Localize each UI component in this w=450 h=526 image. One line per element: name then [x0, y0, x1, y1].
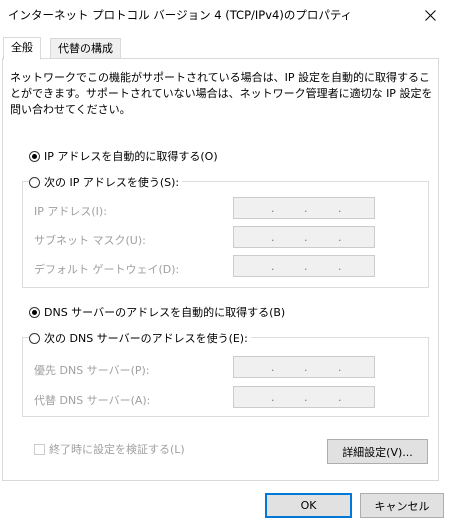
- ok-button[interactable]: OK: [265, 493, 352, 518]
- radio-unselected[interactable]: [29, 176, 40, 188]
- dns-manual-label: 次の DNS サーバーのアドレスを使う(E):: [44, 332, 248, 345]
- default-gateway-label: デフォルト ゲートウェイ(D):: [34, 263, 180, 276]
- validate-on-exit-label: 終了時に設定を検証する(L): [49, 443, 185, 456]
- checkbox-box[interactable]: [34, 443, 45, 455]
- tab-general[interactable]: 全般: [3, 37, 41, 60]
- tab-alternate-configuration[interactable]: 代替の構成: [50, 38, 121, 60]
- ip-manual-label: 次の IP アドレスを使う(S):: [44, 176, 180, 189]
- subnet-mask-label: サブネット マスク(U):: [34, 234, 146, 247]
- ip-auto-radio[interactable]: IP アドレスを自動的に取得する(O): [29, 148, 221, 164]
- preferred-dns-label: 優先 DNS サーバー(P):: [34, 364, 150, 377]
- preferred-dns-input[interactable]: . . .: [233, 356, 375, 378]
- subnet-mask-input[interactable]: . . .: [233, 226, 375, 248]
- radio-selected[interactable]: [29, 306, 40, 318]
- validate-on-exit-checkbox[interactable]: 終了時に設定を検証する(L): [34, 441, 185, 457]
- ip-address-input[interactable]: . . .: [233, 197, 375, 219]
- title-bar: インターネット プロトコル バージョン 4 (TCP/IPv4)のプロパティ: [0, 0, 450, 30]
- window-title: インターネット プロトコル バージョン 4 (TCP/IPv4)のプロパティ: [8, 8, 353, 22]
- ip-manual-radio[interactable]: 次の IP アドレスを使う(S):: [29, 174, 183, 190]
- radio-selected[interactable]: [29, 150, 40, 162]
- dns-auto-label: DNS サーバーのアドレスを自動的に取得する(B): [44, 306, 286, 319]
- dns-auto-radio[interactable]: DNS サーバーのアドレスを自動的に取得する(B): [29, 304, 289, 320]
- ip-auto-label: IP アドレスを自動的に取得する(O): [44, 150, 218, 163]
- advanced-settings-button[interactable]: 詳細設定(V)...: [327, 439, 428, 464]
- close-button[interactable]: [414, 0, 446, 30]
- default-gateway-input[interactable]: . . .: [233, 255, 375, 277]
- cancel-button[interactable]: キャンセル: [360, 493, 444, 518]
- radio-unselected[interactable]: [29, 332, 40, 344]
- close-icon: [424, 9, 436, 21]
- description-text: ネットワークでこの機能がサポートされている場合は、IP 設定を自動的に取得するこ…: [10, 71, 433, 116]
- alternate-dns-input[interactable]: . . .: [233, 386, 375, 408]
- dns-manual-radio[interactable]: 次の DNS サーバーのアドレスを使う(E):: [29, 330, 251, 346]
- alternate-dns-label: 代替 DNS サーバー(A):: [34, 394, 151, 407]
- ip-address-label: IP アドレス(I):: [34, 205, 107, 218]
